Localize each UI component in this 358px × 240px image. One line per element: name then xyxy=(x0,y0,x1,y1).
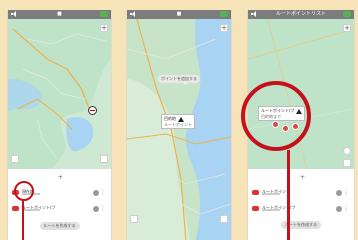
highlight-circle-large xyxy=(241,81,311,151)
car-icon xyxy=(252,190,259,195)
edit-icon[interactable] xyxy=(336,190,342,196)
status-bar: ルートポイントリスト xyxy=(248,10,354,19)
location-button[interactable] xyxy=(220,215,228,223)
zoom-in-button[interactable]: + xyxy=(220,24,228,32)
location-button[interactable] xyxy=(100,155,108,163)
more-icon[interactable]: ⋮ xyxy=(343,205,349,212)
list-item-sub xyxy=(22,209,40,211)
layers-button[interactable] xyxy=(11,155,19,163)
create-route-button[interactable]: ルートを作成する xyxy=(39,222,80,230)
car-icon xyxy=(12,206,19,211)
map-view[interactable]: + xyxy=(8,19,111,169)
highlight-stem-small xyxy=(22,201,24,240)
callout-title: 目的地 xyxy=(164,116,176,121)
zoom-in-button[interactable]: + xyxy=(343,24,351,32)
location-button[interactable] xyxy=(343,147,351,155)
route-list-item[interactable]: ルートポイント/ブ ⋮ xyxy=(252,204,350,214)
screen-title: ■ xyxy=(176,11,182,17)
car-icon xyxy=(252,206,259,211)
list-item-sub xyxy=(262,209,280,211)
route-list-item[interactable]: ルートポイント ⋮ xyxy=(252,188,350,198)
list-item-sub xyxy=(262,193,280,195)
menu-icon[interactable] xyxy=(343,11,351,17)
menu-icon[interactable] xyxy=(220,11,228,17)
warning-icon xyxy=(178,116,184,122)
destination-callout[interactable]: 目的地 ルートポイント xyxy=(161,114,195,129)
no-entry-icon xyxy=(88,106,97,115)
edit-icon[interactable] xyxy=(336,206,342,212)
edit-icon[interactable] xyxy=(93,190,99,196)
zoom-in-button[interactable]: + xyxy=(100,24,108,32)
menu-icon[interactable] xyxy=(100,11,108,17)
screen-title: ルートポイントリスト xyxy=(275,11,326,17)
layers-button[interactable] xyxy=(343,159,351,167)
highlight-circle-small xyxy=(14,181,34,201)
edit-icon[interactable] xyxy=(93,206,99,212)
route-list-item[interactable]: ルートポイント/ブ ⋮ xyxy=(12,204,107,214)
highlight-stem-large xyxy=(287,150,290,240)
status-bar: ■ xyxy=(127,10,231,19)
layers-button[interactable] xyxy=(130,215,138,223)
add-icon[interactable]: + xyxy=(58,175,63,181)
status-bar: ■ xyxy=(8,10,111,19)
screen-title: ■ xyxy=(57,11,62,17)
callout-subtitle: ルートポイント xyxy=(164,121,192,127)
add-icon[interactable]: + xyxy=(300,175,305,181)
map-view[interactable]: + 目的地 ルートポイント ポイントを追加する xyxy=(127,19,231,240)
add-point-button[interactable]: ポイントを追加する xyxy=(158,75,200,83)
more-icon[interactable]: ⋮ xyxy=(100,189,106,196)
more-icon[interactable]: ⋮ xyxy=(343,189,349,196)
phone-screen-2: ■ + 目的地 ルートポイント ポイントを追加する xyxy=(126,10,232,240)
more-icon[interactable]: ⋮ xyxy=(100,205,106,212)
